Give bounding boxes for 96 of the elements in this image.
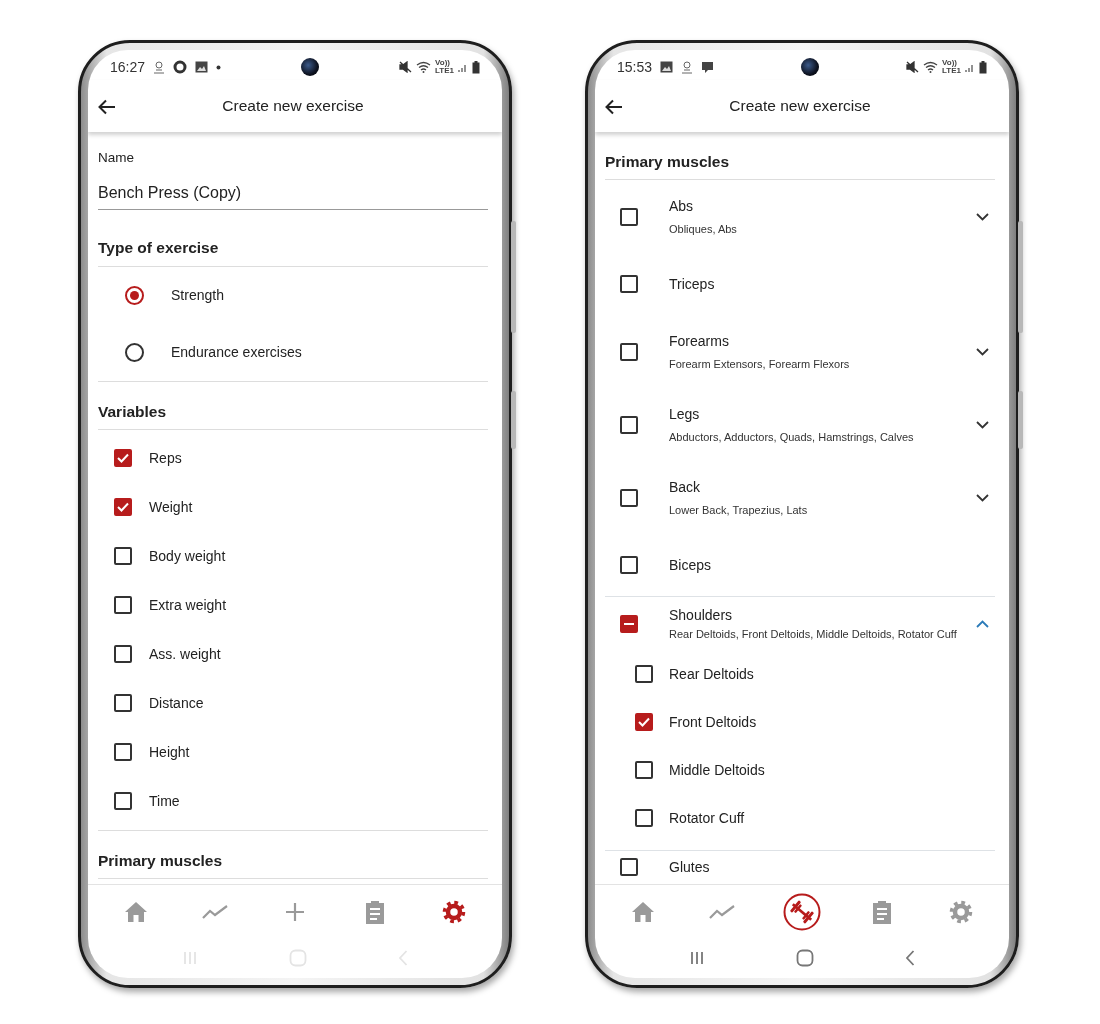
home-icon — [630, 900, 655, 923]
network-label: Vo)) LTE1 — [942, 59, 961, 75]
section-heading: Primary muscles — [605, 140, 995, 181]
home-icon — [123, 900, 148, 923]
muscle-label: Shoulders — [669, 606, 734, 626]
wifi-icon — [923, 61, 939, 73]
notification-icon — [153, 60, 166, 74]
muscle-detail: Forearm Extensors, Forearm Flexors — [669, 357, 851, 373]
checkbox[interactable] — [620, 275, 638, 294]
field-label: Name — [98, 149, 135, 167]
battery-icon — [472, 60, 480, 74]
minus-icon — [624, 622, 634, 625]
checkbox-label: Time — [149, 791, 180, 811]
option-label: Endurance exercises — [171, 342, 302, 362]
clipboard-icon — [363, 898, 386, 925]
checkbox[interactable] — [620, 207, 638, 226]
status-time: 16:27 — [110, 57, 146, 77]
checkbox[interactable] — [114, 694, 132, 713]
checkbox[interactable] — [635, 809, 653, 828]
checkbox-label: Weight — [149, 497, 193, 517]
name-field[interactable]: Bench Press (Copy) — [98, 176, 488, 211]
muscle-label: Rotator Cuff — [669, 808, 745, 828]
muscle-label: Forearms — [669, 332, 730, 352]
message-icon — [701, 60, 715, 74]
chevron-icon[interactable] — [976, 212, 989, 221]
checkbox[interactable] — [620, 614, 638, 633]
circle-icon — [173, 60, 188, 74]
dot-icon — [216, 64, 222, 70]
muscle-label: Front Deltoids — [669, 712, 757, 732]
muscle-label: Middle Deltoids — [669, 760, 765, 780]
mute-icon — [906, 61, 920, 73]
checkbox[interactable] — [114, 792, 132, 811]
muscle-label: Abs — [669, 197, 695, 217]
checkbox[interactable] — [635, 665, 653, 684]
checkbox[interactable] — [620, 342, 638, 361]
radio-button[interactable] — [125, 285, 144, 305]
back-arrow-icon — [605, 99, 623, 116]
checkbox[interactable] — [635, 713, 653, 732]
image-icon — [195, 61, 209, 73]
notification-icon — [681, 60, 694, 74]
checkbox[interactable] — [620, 556, 638, 575]
wifi-icon — [416, 61, 432, 73]
checkbox[interactable] — [114, 498, 132, 517]
line-chart-icon — [709, 904, 736, 919]
network-label: Vo)) LTE1 — [435, 59, 454, 75]
checkbox[interactable] — [635, 761, 653, 780]
clipboard-icon — [870, 898, 893, 925]
muscle-label: Rear Deltoids — [669, 664, 754, 684]
muscle-detail: Obliques, Abs — [669, 222, 738, 238]
chevron-icon[interactable] — [976, 493, 989, 502]
section-heading: Type of exercise — [98, 226, 488, 267]
home-button-icon[interactable] — [796, 949, 814, 967]
mute-icon — [399, 61, 413, 73]
image-icon — [660, 61, 674, 73]
radio-button[interactable] — [125, 342, 144, 362]
muscle-detail: Abductors, Adductors, Quads, Hamstrings, Calves — [669, 430, 915, 446]
muscle-label: Back — [669, 478, 702, 498]
settings-icon — [948, 898, 975, 925]
battery-icon — [979, 60, 987, 74]
checkbox[interactable] — [620, 415, 638, 434]
settings-icon — [441, 898, 468, 925]
checkbox[interactable] — [114, 743, 132, 762]
camera-icon — [801, 58, 820, 76]
muscle-label: Biceps — [669, 555, 713, 575]
checkbox-label: Extra weight — [149, 595, 227, 615]
back-arrow-icon — [98, 99, 116, 116]
checkbox-label: Distance — [149, 693, 204, 713]
barbell-icon — [783, 892, 821, 931]
checkbox[interactable] — [114, 547, 132, 566]
checkbox[interactable] — [620, 858, 638, 877]
section-heading: Variables — [98, 389, 488, 430]
checkbox-label: Height — [149, 742, 190, 762]
chevron-icon[interactable] — [976, 347, 989, 356]
screen-title: Create new exercise — [728, 96, 872, 117]
line-chart-icon — [202, 904, 229, 919]
status-time: 15:53 — [617, 57, 653, 77]
plus-icon — [285, 901, 305, 922]
recent-apps-icon[interactable] — [688, 951, 705, 965]
checkbox-label: Body weight — [149, 546, 226, 566]
section-heading: Primary muscles — [98, 838, 488, 879]
checkbox[interactable] — [620, 488, 638, 507]
back-icon[interactable] — [905, 950, 916, 966]
checkbox-label: Reps — [149, 448, 182, 468]
muscle-label: Triceps — [669, 274, 716, 294]
camera-icon — [301, 58, 320, 76]
option-label: Strength — [171, 285, 224, 305]
muscle-detail: Rear Deltoids, Front Deltoids, Middle Deltoids, Rotator Cuff — [669, 627, 958, 643]
muscle-label: Glutes — [669, 857, 711, 877]
chevron-icon[interactable] — [976, 420, 989, 429]
muscle-detail: Lower Back, Trapezius, Lats — [669, 503, 809, 519]
checkbox[interactable] — [114, 449, 132, 468]
checkbox[interactable] — [114, 596, 132, 615]
screen-title: Create new exercise — [221, 96, 365, 117]
checkbox-label: Ass. weight — [149, 644, 221, 664]
muscle-label: Legs — [669, 405, 701, 425]
checkbox[interactable] — [114, 645, 132, 664]
